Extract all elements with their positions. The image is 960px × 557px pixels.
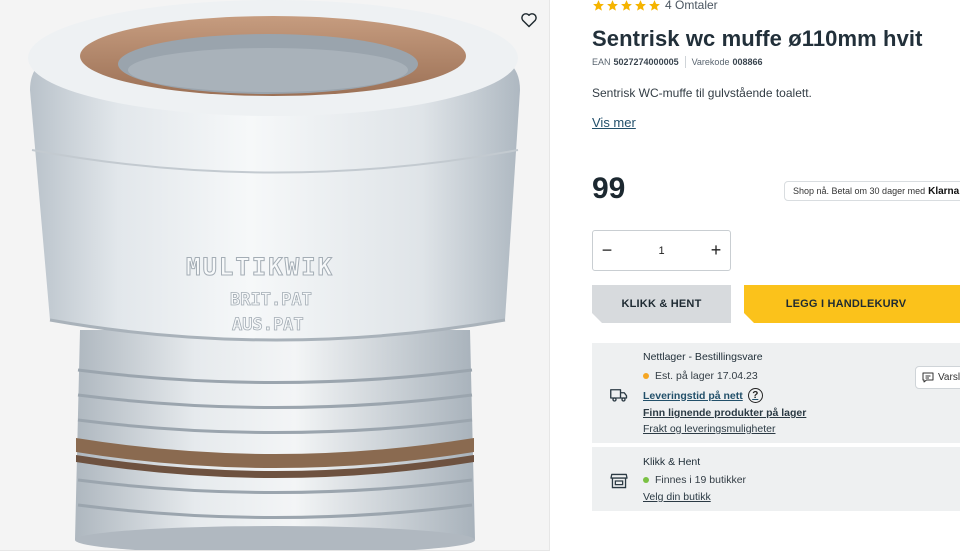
embossed-brand-text: MULTIKWIK (186, 253, 334, 281)
star-icon (635, 0, 646, 11)
favorite-heart-button[interactable] (517, 8, 541, 32)
heart-icon (521, 13, 537, 28)
store-icon (610, 472, 628, 490)
click-collect-heading: Klikk & Hent (643, 456, 701, 468)
notify-button[interactable]: Varsle (915, 366, 960, 389)
varekode-value: 008866 (732, 57, 763, 67)
click-collect-button[interactable]: KLIKK & HENT (592, 285, 731, 323)
klarna-banner[interactable]: Shop nå. Betal om 30 dager med Klarna (784, 181, 960, 201)
ean-label: EAN (592, 57, 611, 67)
online-stock-heading: Nettlager - Bestillingsvare (643, 351, 763, 363)
star-icon (607, 0, 618, 11)
rating-summary[interactable]: 4 Omtaler (592, 0, 718, 12)
product-description: Sentrisk WC-muffe til gulvstående toalet… (592, 86, 812, 100)
help-icon[interactable]: ? (747, 388, 763, 403)
status-dot-green (643, 477, 649, 483)
product-title: Sentrisk wc muffe ø110mm hvit (592, 26, 923, 51)
product-page: MULTIKWIK BRIT.PAT AUS.PAT 4 Omtaler Sen… (0, 0, 960, 557)
star-rating (592, 0, 661, 12)
online-stock-status-text: Est. på lager 17.04.23 (655, 370, 758, 382)
product-price: 99 (592, 172, 626, 205)
product-image: MULTIKWIK BRIT.PAT AUS.PAT (28, 0, 520, 550)
product-image-panel: MULTIKWIK BRIT.PAT AUS.PAT (0, 0, 550, 551)
ean-value: 5027274000005 (613, 57, 679, 67)
notify-label: Varsle (938, 372, 960, 383)
star-icon (621, 0, 632, 11)
embossed-line1-text: BRIT.PAT (230, 290, 312, 310)
klarna-text: Shop nå. Betal om 30 dager med (793, 186, 926, 196)
quantity-value[interactable]: 1 (658, 245, 664, 257)
delivery-time-link[interactable]: Leveringstid på nett ? (643, 388, 763, 403)
chat-icon (922, 372, 934, 383)
quantity-decrease-button[interactable]: − (593, 231, 621, 270)
online-stock-status: Est. på lager 17.04.23 (643, 370, 758, 382)
shipping-options-link[interactable]: Frakt og leveringsmuligheter (643, 423, 775, 435)
read-more-link[interactable]: Vis mer (592, 115, 636, 130)
varekode-label: Varekode (691, 57, 730, 67)
star-icon (593, 0, 604, 11)
click-collect-status-text: Finnes i 19 butikker (655, 474, 747, 486)
delivery-time-row: Leveringstid på nett ? (643, 388, 763, 403)
klarna-logo: Klarna (928, 185, 960, 197)
click-collect-status: Finnes i 19 butikker (643, 474, 746, 486)
truck-icon (610, 386, 628, 404)
star-icon (649, 0, 660, 11)
embossed-line2-text: AUS.PAT (232, 315, 304, 335)
add-to-cart-button[interactable]: LEGG I HANDLEKURV (744, 285, 960, 323)
code-divider (684, 56, 686, 68)
delivery-time-text: Leveringstid på nett (643, 389, 743, 402)
choose-store-link[interactable]: Velg din butikk (643, 491, 711, 503)
similar-products-link[interactable]: Finn lignende produkter på lager (643, 407, 806, 419)
online-stock-panel: Nettlager - Bestillingsvare Est. på lage… (592, 343, 960, 443)
status-dot-orange (643, 373, 649, 379)
product-codes: EAN 5027274000005 Varekode 008866 (592, 56, 763, 68)
quantity-stepper: − 1 + (592, 230, 731, 271)
quantity-increase-button[interactable]: + (702, 231, 730, 270)
click-collect-panel: Klikk & Hent Finnes i 19 butikker Velg d… (592, 447, 960, 511)
reviews-count[interactable]: 4 Omtaler (665, 0, 718, 12)
